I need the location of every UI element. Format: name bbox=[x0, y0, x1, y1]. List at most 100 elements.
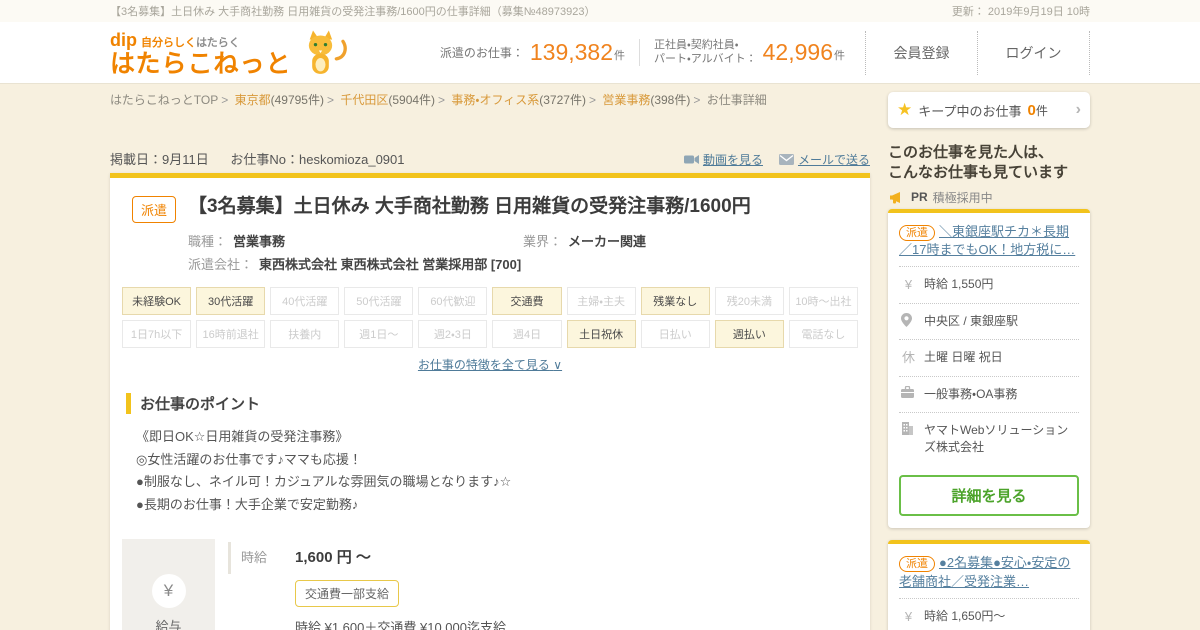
point-line: ●制服なし、ネイル可！カジュアルな雰囲気の職場となります♪☆ bbox=[136, 474, 512, 490]
watch-video-link[interactable]: 動画を見る bbox=[683, 151, 763, 168]
brand-name: はたらこねっと bbox=[110, 50, 292, 79]
tag-feature: 週2・3日 bbox=[418, 319, 488, 348]
breadcrumb-chiyoda[interactable]: 千代田区 bbox=[340, 93, 388, 107]
salary-amount: 1,600 円 ～ bbox=[295, 548, 371, 566]
related-job-salary: ¥ 時給 1,550円 bbox=[899, 266, 1079, 303]
tag-feature: 扶養内 bbox=[270, 319, 340, 348]
salary-type-label: 時給 bbox=[241, 549, 268, 565]
breadcrumb-office[interactable]: 事務・オフィス系 bbox=[451, 93, 539, 107]
chevron-down-icon: ∨ bbox=[553, 357, 563, 372]
job-title: 【3名募集】土日休み 大手商社勤務 日用雑貨の受発注事務/1600円 bbox=[188, 195, 751, 217]
job-number: お仕事No：heskomioza_0901 bbox=[230, 151, 405, 167]
video-camera-icon bbox=[683, 154, 699, 165]
yen-icon: ¥ bbox=[904, 608, 913, 624]
tag-feature: 交通費 bbox=[492, 286, 562, 315]
agency-value: 東西株式会社 東西株式会社 営業採用部 [700] bbox=[259, 256, 522, 272]
points-section-heading: お仕事のポイント bbox=[126, 392, 854, 414]
megaphone-icon bbox=[890, 191, 906, 204]
header-nav: 会員登録 ログイン bbox=[865, 30, 1090, 75]
updated-timestamp: 更新： 2019年9月19日 10時 bbox=[951, 6, 1090, 18]
building-icon bbox=[901, 422, 916, 436]
stat-fulltime: 正社員・契約社員・ パート・アルバイト： 42,996 件 bbox=[639, 38, 859, 67]
breadcrumb-sales-office[interactable]: 営業事務 bbox=[602, 93, 650, 107]
tag-feature: 週1日～ bbox=[344, 319, 414, 348]
related-job-location: 中央区 / 東銀座駅 bbox=[899, 303, 1079, 339]
kept-jobs-button[interactable]: ★ キープ中のお仕事 0 件 › bbox=[888, 92, 1090, 128]
star-icon: ★ bbox=[897, 100, 913, 119]
posted-date: 掲載日：9月11日 bbox=[110, 151, 209, 167]
send-mail-link[interactable]: メールで送る bbox=[778, 151, 870, 168]
breadcrumb-current: お仕事詳細 bbox=[706, 93, 767, 107]
job-detail-card: 派遣 【3名募集】土日休み 大手商社勤務 日用雑貨の受発注事務/1600円 職種… bbox=[110, 172, 870, 630]
envelope-icon bbox=[778, 153, 794, 165]
top-strip: 【3名募集】土日休み 大手商社勤務 日用雑貨の受発注事務/1600円の仕事詳細（… bbox=[0, 0, 1200, 22]
yen-icon: ¥ bbox=[904, 277, 913, 293]
header-stats: 派遣のお仕事： 139,382 件 正社員・契約社員・ パート・アルバイト： 42… bbox=[426, 38, 859, 67]
also-viewed-heading: このお仕事を見た人は、 こんなお仕事も見ています bbox=[888, 144, 1069, 182]
tag-feature: 土日祝休 bbox=[566, 319, 636, 348]
tag-feature: 残20未満 bbox=[714, 286, 784, 315]
briefcase-icon bbox=[901, 386, 916, 399]
breadcrumb-tokyo[interactable]: 東京都 bbox=[235, 93, 271, 107]
page-title: 【3名募集】土日休み 大手商社勤務 日用雑貨の受発注事務/1600円の仕事詳細（… bbox=[110, 6, 596, 18]
tag-feature: 10時～出社 bbox=[788, 286, 858, 315]
view-details-button[interactable]: 詳細を見る bbox=[899, 474, 1079, 516]
tag-feature: 未経験OK bbox=[122, 286, 192, 315]
kept-jobs-label: キープ中のお仕事 bbox=[918, 103, 1022, 119]
point-line: 《即日OK☆日用雑貨の受発注事務》 bbox=[136, 428, 349, 444]
breadcrumb-top[interactable]: はたらこねっとTOP bbox=[110, 93, 218, 107]
site-header: 【3名募集】土日休み 大手商社勤務 日用雑貨の受発注事務/1600円の仕事詳細（… bbox=[0, 0, 1200, 84]
tag-feature: 主婦・主夫 bbox=[566, 286, 636, 315]
tag-feature: 40代活躍 bbox=[270, 286, 340, 315]
industry-value: メーカー関連 bbox=[568, 233, 647, 249]
site-logo[interactable]: dip 自分らしくはたらく はたらこねっと bbox=[110, 28, 348, 78]
point-line: ●長期のお仕事！大手企業で安定勤務♪ bbox=[136, 497, 359, 513]
yen-icon: ¥ bbox=[151, 574, 186, 609]
related-job-holiday: 休 土曜 日曜 祝日 bbox=[899, 339, 1079, 376]
occupation-value: 営業事務 bbox=[233, 233, 286, 249]
logo-tagline-gray: はたらく bbox=[196, 37, 240, 50]
related-job-card: 派遣 ＼東銀座駅チカ＊長期／17時までもOK！地方税に… ¥ 時給 1,550円 … bbox=[888, 208, 1090, 528]
job-meta-row: 掲載日：9月11日 お仕事No：heskomioza_0901 動画を見る メー… bbox=[110, 149, 870, 168]
tag-feature: 残業なし bbox=[640, 286, 710, 315]
pr-row: PR 積極採用中 bbox=[888, 189, 1090, 206]
kept-jobs-unit: 件 bbox=[1035, 103, 1048, 118]
login-button[interactable]: ログイン bbox=[977, 30, 1089, 75]
related-job-salary: ¥ 時給 1,650円～ bbox=[899, 597, 1079, 630]
stat-haken-label: 派遣のお仕事： bbox=[439, 46, 524, 60]
stat-fulltime-label: 正社員・契約社員・ パート・アルバイト： bbox=[654, 38, 757, 65]
agency-label: 派遣会社： bbox=[188, 256, 254, 272]
job-points: 《即日OK☆日用雑貨の受発注事務》 ◎女性活躍のお仕事です♪ママも応援！ ●制服… bbox=[122, 426, 858, 517]
tag-feature: 週4日 bbox=[492, 319, 562, 348]
stat-haken-value: 139,382 bbox=[529, 39, 613, 65]
dip-logo: dip bbox=[110, 30, 137, 51]
tag-feature: 電話なし bbox=[788, 319, 858, 348]
show-all-features-link[interactable]: お仕事の特徴を全て見る ∨ bbox=[418, 358, 562, 372]
sidebar: ★ キープ中のお仕事 0 件 › このお仕事を見た人は、 こんなお仕事も見ています… bbox=[888, 92, 1090, 630]
tag-feature: 50代活躍 bbox=[344, 286, 414, 315]
holiday-icon: 休 bbox=[901, 350, 915, 366]
salary-box-label: 給与 bbox=[155, 619, 182, 630]
tag-feature: 60代歓迎 bbox=[418, 286, 488, 315]
tag-feature: 16時前退社 bbox=[196, 319, 266, 348]
pr-text: 積極採用中 bbox=[932, 190, 993, 205]
salary-detail: 時給 ¥1,600＋交通費 ¥10,000迄支給 bbox=[295, 619, 506, 630]
employment-type-badge: 派遣 bbox=[132, 195, 177, 223]
related-job-card: 派遣●2名募集●安心・安定の老舗商社／受発注業… ¥ 時給 1,650円～ 千代… bbox=[888, 539, 1090, 630]
commute-allowance-badge: 交通費一部支給 bbox=[295, 579, 400, 607]
industry-label: 業界： bbox=[523, 233, 563, 249]
tag-feature: 日払い bbox=[640, 319, 710, 348]
related-job-company: ヤマトWebソリューションズ株式会社 bbox=[899, 412, 1079, 465]
employment-type-badge: 派遣 bbox=[899, 555, 935, 572]
employment-type-badge: 派遣 bbox=[899, 224, 935, 241]
pr-label: PR bbox=[911, 190, 928, 204]
location-pin-icon bbox=[901, 313, 916, 328]
stat-haken: 派遣のお仕事： 139,382 件 bbox=[426, 39, 639, 66]
tag-feature: 週払い bbox=[714, 319, 784, 348]
logo-tagline-orange: 自分らしく bbox=[141, 37, 196, 50]
stat-fulltime-value: 42,996 bbox=[762, 39, 833, 65]
register-button[interactable]: 会員登録 bbox=[865, 30, 977, 75]
tag-feature: 1日7h以下 bbox=[122, 319, 192, 348]
kept-jobs-count: 0 bbox=[1027, 101, 1036, 119]
chevron-right-icon: › bbox=[1075, 101, 1081, 118]
